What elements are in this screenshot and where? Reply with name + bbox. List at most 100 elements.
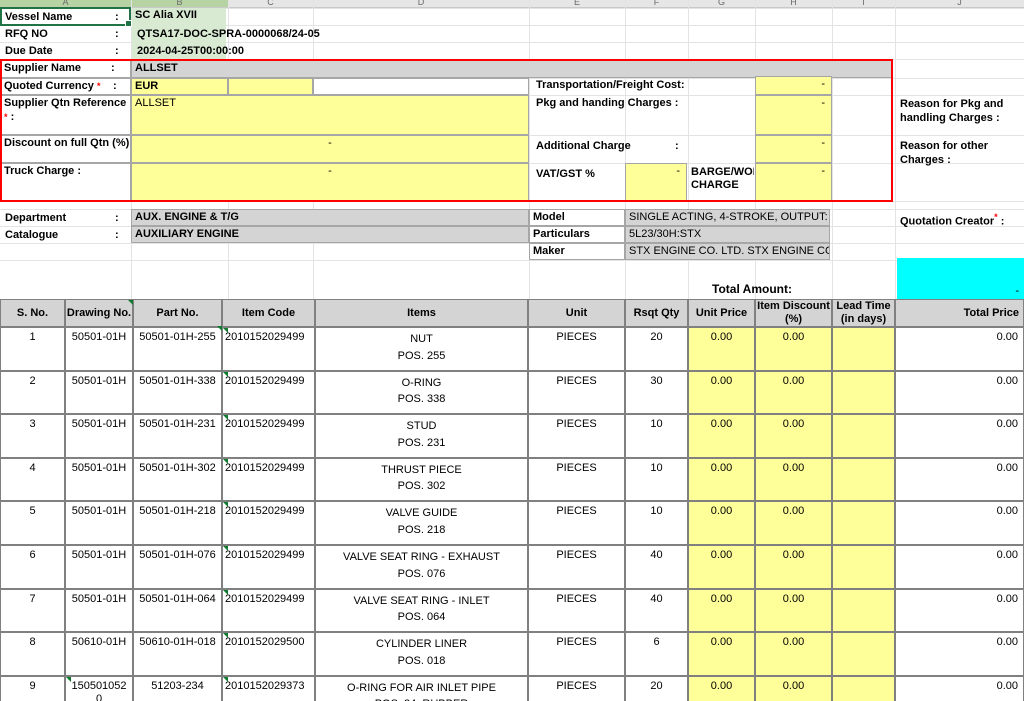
quoted-currency-value[interactable]: EUR xyxy=(131,78,228,95)
cell-items[interactable]: O-RING FOR AIR INLET PIPE POS. 24, RUBBER xyxy=(315,675,528,701)
cell-item-discount[interactable]: 0.00 xyxy=(755,457,832,502)
cell-rsqt-qty[interactable]: 20 xyxy=(625,675,688,701)
table-column-header-unit-price[interactable]: Unit Price xyxy=(688,299,755,327)
table-column-header-drawing-no[interactable]: Drawing No. xyxy=(65,299,133,327)
cell-drawing-no[interactable]: 1505010520 xyxy=(65,675,133,701)
barge-workboat-charge-value[interactable]: - xyxy=(755,163,832,201)
cell-unit-price[interactable]: 0.00 xyxy=(688,632,755,676)
cell-unit-price[interactable]: 0.00 xyxy=(688,414,755,458)
cell-rsqt-qty[interactable]: 20 xyxy=(625,327,688,371)
cell-item-discount[interactable]: 0.00 xyxy=(755,501,832,545)
column-header-d[interactable]: D xyxy=(313,0,529,7)
cell-lead-time[interactable] xyxy=(832,632,895,676)
column-header-a[interactable]: A xyxy=(0,0,131,7)
cell-drawing-no[interactable]: 50501-01H xyxy=(65,327,133,371)
table-column-header-part-no[interactable]: Part No. xyxy=(133,299,222,327)
cell-item-code[interactable]: 2010152029499 xyxy=(222,370,315,415)
due-date-value[interactable]: 2024-04-25T00:00:00 xyxy=(134,44,384,59)
cell-rsqt-qty[interactable]: 10 xyxy=(625,414,688,458)
quoted-currency-blank-cell[interactable] xyxy=(313,78,529,95)
cell-item-discount[interactable]: 0.00 xyxy=(755,414,832,458)
cell-items[interactable]: NUT POS. 255 xyxy=(315,327,528,371)
cell-items[interactable]: THRUST PIECE POS. 302 xyxy=(315,457,528,502)
table-column-header-items[interactable]: Items xyxy=(315,299,528,327)
cell-total-price[interactable]: 0.00 xyxy=(895,632,1024,676)
transportation-freight-value[interactable]: - xyxy=(755,76,832,95)
cell-lead-time[interactable] xyxy=(832,588,895,633)
cell-unit[interactable]: PIECES xyxy=(528,632,625,676)
cell-sno[interactable]: 6 xyxy=(0,545,65,589)
cell-unit[interactable]: PIECES xyxy=(528,675,625,701)
cell-lead-time[interactable] xyxy=(832,675,895,701)
cell-rsqt-qty[interactable]: 6 xyxy=(625,632,688,676)
cell-items[interactable]: O-RING POS. 338 xyxy=(315,370,528,415)
cell-sno[interactable]: 5 xyxy=(0,501,65,545)
column-header-i[interactable]: I xyxy=(832,0,895,7)
cell-item-discount[interactable]: 0.00 xyxy=(755,588,832,633)
supplier-qtn-ref-value[interactable]: ALLSET xyxy=(131,95,529,135)
catalogue-value[interactable]: AUXILIARY ENGINE xyxy=(131,226,529,243)
vessel-name-value[interactable]: SC Alia XVII xyxy=(132,8,226,25)
cell-part-no[interactable]: 50501-01H-064 xyxy=(133,588,222,633)
particulars-value[interactable]: 5L23/30H:STX xyxy=(625,226,830,243)
additional-charge-value[interactable]: - xyxy=(755,135,832,163)
cell-unit[interactable]: PIECES xyxy=(528,414,625,458)
cell-item-code[interactable]: 2010152029499 xyxy=(222,545,315,589)
cell-rsqt-qty[interactable]: 10 xyxy=(625,457,688,502)
cell-unit-price[interactable]: 0.00 xyxy=(688,545,755,589)
cell-part-no[interactable]: 50501-01H-076 xyxy=(133,545,222,589)
cell-drawing-no[interactable]: 50501-01H xyxy=(65,457,133,502)
cell-rsqt-qty[interactable]: 40 xyxy=(625,588,688,633)
cell-item-discount[interactable]: 0.00 xyxy=(755,370,832,415)
cell-sno[interactable]: 4 xyxy=(0,457,65,502)
cell-total-price[interactable]: 0.00 xyxy=(895,545,1024,589)
cell-drawing-no[interactable]: 50501-01H xyxy=(65,370,133,415)
cell-total-price[interactable]: 0.00 xyxy=(895,457,1024,502)
cell-items[interactable]: VALVE GUIDE POS. 218 xyxy=(315,501,528,545)
rfq-no-value[interactable]: QTSA17-DOC-SPRA-0000068/24-05 xyxy=(134,27,434,42)
cell-part-no[interactable]: 50501-01H-255 xyxy=(133,327,222,371)
cell-sno[interactable]: 9 xyxy=(0,675,65,701)
cell-sno[interactable]: 7 xyxy=(0,588,65,633)
cell-part-no[interactable]: 50501-01H-338 xyxy=(133,370,222,415)
total-amount-value[interactable]: - xyxy=(897,258,1024,299)
column-header-g[interactable]: G xyxy=(688,0,755,7)
cell-unit[interactable]: PIECES xyxy=(528,588,625,633)
table-column-header-item-discount[interactable]: Item Discount (%) xyxy=(755,299,832,327)
cell-item-code[interactable]: 2010152029373 xyxy=(222,675,315,701)
column-header-strip[interactable]: ABCDEFGHIJK xyxy=(0,0,1024,8)
cell-unit[interactable]: PIECES xyxy=(528,545,625,589)
column-header-j[interactable]: J xyxy=(895,0,1024,7)
cell-sno[interactable]: 8 xyxy=(0,632,65,676)
cell-total-price[interactable]: 0.00 xyxy=(895,675,1024,701)
cell-total-price[interactable]: 0.00 xyxy=(895,501,1024,545)
cell-rsqt-qty[interactable]: 30 xyxy=(625,370,688,415)
cell-items[interactable]: VALVE SEAT RING - EXHAUST POS. 076 xyxy=(315,545,528,589)
department-value[interactable]: AUX. ENGINE & T/G xyxy=(131,209,529,226)
table-column-header-unit[interactable]: Unit xyxy=(528,299,625,327)
column-header-h[interactable]: H xyxy=(755,0,832,7)
cell-unit-price[interactable]: 0.00 xyxy=(688,675,755,701)
cell-unit-price[interactable]: 0.00 xyxy=(688,327,755,371)
cell-items[interactable]: VALVE SEAT RING - INLET POS. 064 xyxy=(315,588,528,633)
cell-item-discount[interactable]: 0.00 xyxy=(755,545,832,589)
cell-item-discount[interactable]: 0.00 xyxy=(755,632,832,676)
cell-part-no[interactable]: 50501-01H-302 xyxy=(133,457,222,502)
cell-lead-time[interactable] xyxy=(832,414,895,458)
quoted-currency-extra-cell[interactable] xyxy=(228,78,313,95)
cell-unit[interactable]: PIECES xyxy=(528,370,625,415)
cell-sno[interactable]: 2 xyxy=(0,370,65,415)
model-value[interactable]: SINGLE ACTING, 4-STROKE, OUTPUT: 5 xyxy=(625,209,830,226)
cell-part-no[interactable]: 50501-01H-218 xyxy=(133,501,222,545)
cell-item-discount[interactable]: 0.00 xyxy=(755,675,832,701)
cell-item-discount[interactable]: 0.00 xyxy=(755,327,832,371)
cell-lead-time[interactable] xyxy=(832,457,895,502)
cell-lead-time[interactable] xyxy=(832,501,895,545)
cell-lead-time[interactable] xyxy=(832,370,895,415)
cell-unit[interactable]: PIECES xyxy=(528,457,625,502)
cell-unit-price[interactable]: 0.00 xyxy=(688,370,755,415)
spreadsheet-canvas[interactable]: ABCDEFGHIJK Vessel Name : SC Alia XVII R… xyxy=(0,0,1024,701)
column-header-b[interactable]: B xyxy=(131,0,228,7)
truck-charge-value[interactable]: - xyxy=(131,163,529,201)
table-column-header-rsqt-qty[interactable]: Rsqt Qty xyxy=(625,299,688,327)
